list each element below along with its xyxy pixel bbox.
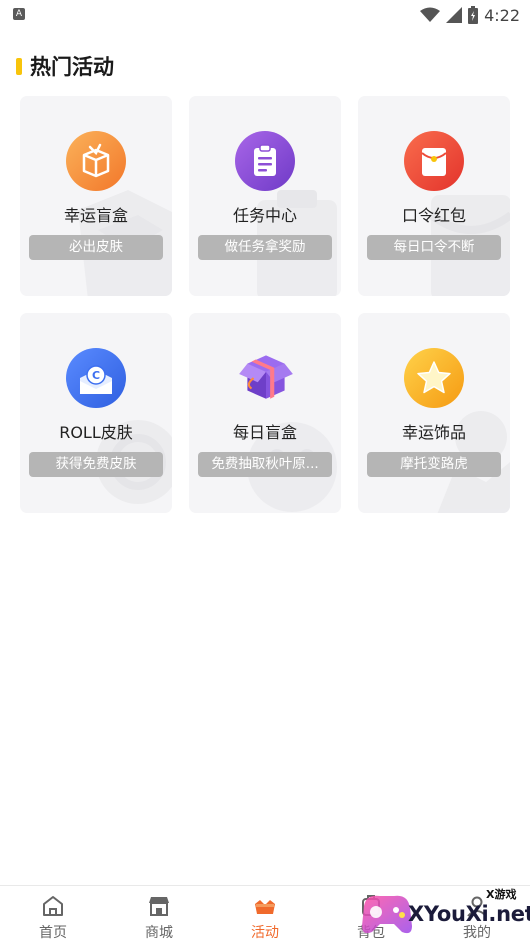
tab-activity[interactable]: 活动 xyxy=(212,886,318,942)
orange-box-icon xyxy=(66,131,126,191)
card-title: 幸运饰品 xyxy=(401,423,466,442)
watermark-tag: X游戏 xyxy=(486,888,517,901)
section-title: 热门活动 xyxy=(30,55,114,79)
activity-card-lucky-accessory[interactable]: 幸运饰品 摩托变路虎 xyxy=(358,313,510,513)
crown-basket-icon xyxy=(255,900,275,914)
section-header: 热门活动 xyxy=(16,52,114,80)
card-title: 任务中心 xyxy=(232,206,297,225)
status-bar: A 4:22 xyxy=(0,0,530,30)
card-tag: 摩托变路虎 xyxy=(367,452,501,477)
activity-card-task-center[interactable]: 任务中心 做任务拿奖励 xyxy=(189,96,341,296)
card-tag: 免费抽取秋叶原... xyxy=(198,452,332,477)
wifi-icon xyxy=(420,7,441,22)
battery-icon xyxy=(468,6,479,24)
red-envelope-icon xyxy=(404,131,464,191)
watermark-brand: XYouXi.net xyxy=(408,902,530,926)
card-tag: 获得免费皮肤 xyxy=(29,452,163,477)
card-title: 幸运盲盒 xyxy=(63,206,128,225)
home-icon xyxy=(43,896,63,916)
activity-card-roll-skin[interactable]: C ROLL皮肤 获得免费皮肤 xyxy=(20,313,172,513)
cell-signal-icon xyxy=(446,7,463,23)
tab-label: 商城 xyxy=(145,925,173,941)
card-title: 每日盲盒 xyxy=(232,423,297,442)
activity-card-daily-box[interactable]: 每日盲盒 免费抽取秋叶原... xyxy=(189,313,341,513)
tab-store[interactable]: 商城 xyxy=(106,886,212,942)
tab-label: 首页 xyxy=(39,925,67,941)
app-notification-icon: A xyxy=(13,8,25,20)
tab-home[interactable]: 首页 xyxy=(0,886,106,942)
card-tag: 做任务拿奖励 xyxy=(198,235,332,260)
purple-clipboard-icon xyxy=(235,131,295,191)
tab-label: 活动 xyxy=(251,925,279,941)
card-title: 口令红包 xyxy=(401,206,466,225)
activity-card-red-packet[interactable]: 口令红包 每日口令不断 xyxy=(358,96,510,296)
title-accent-bar xyxy=(16,57,22,75)
site-watermark: X游戏 XYouXi.net xyxy=(360,884,530,942)
status-icons: 4:22 xyxy=(420,4,520,26)
card-tag: 必出皮肤 xyxy=(29,235,163,260)
activity-card-lucky-box[interactable]: 幸运盲盒 必出皮肤 xyxy=(20,96,172,296)
gamepad-logo-icon xyxy=(362,895,412,934)
blue-coin-envelope-icon: C xyxy=(66,348,126,408)
card-watermark-icon xyxy=(247,422,337,512)
svg-text:C: C xyxy=(92,369,100,382)
card-tag: 每日口令不断 xyxy=(367,235,501,260)
clock: 4:22 xyxy=(484,5,520,25)
gift-box-icon xyxy=(239,355,293,399)
card-title: ROLL皮肤 xyxy=(59,423,133,442)
store-icon xyxy=(149,897,169,916)
gold-star-icon xyxy=(404,348,464,408)
